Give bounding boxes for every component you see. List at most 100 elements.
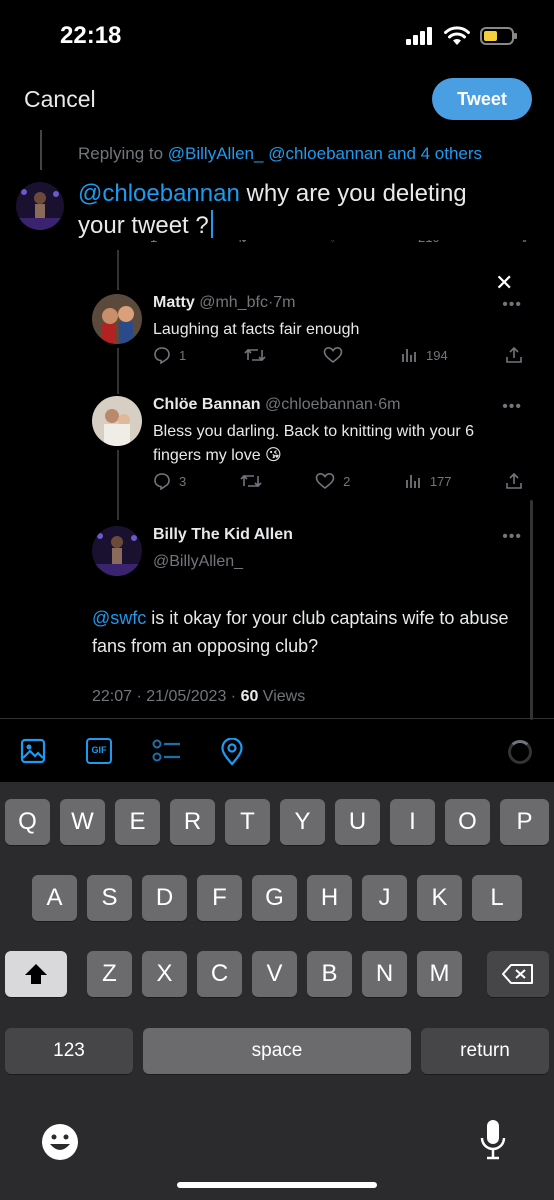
key-x[interactable]: X [142,951,187,997]
key-w[interactable]: W [60,799,105,845]
retweet-icon [243,348,266,362]
status-bar: 22:18 [0,0,554,70]
key-g[interactable]: G [252,875,297,921]
retweet-button[interactable] [243,346,266,364]
key-o[interactable]: O [445,799,490,845]
cancel-button[interactable]: Cancel [24,86,96,113]
avatar[interactable] [92,526,142,576]
scrollbar[interactable] [530,500,533,720]
key-i[interactable]: I [390,799,435,845]
replying-to[interactable]: Replying to @BillyAllen_ @chloebannan an… [78,144,482,164]
key-s[interactable]: S [87,875,132,921]
key-p[interactable]: P [500,799,549,845]
close-icon[interactable]: ✕ [495,270,513,296]
gif-icon[interactable]: GIF [86,738,112,764]
character-count-ring [508,740,532,764]
views-button[interactable]: 177 [404,472,452,490]
numbers-key[interactable]: 123 [5,1028,133,1074]
replying-prefix: Replying to [78,144,168,163]
composer-avatar [16,182,64,230]
key-e[interactable]: E [115,799,160,845]
avatar[interactable] [92,294,142,344]
key-t[interactable]: T [225,799,270,845]
compose-header: Cancel Tweet [0,70,554,130]
avatar[interactable] [92,396,142,446]
backspace-key[interactable] [487,951,549,997]
views-count: 194 [426,347,448,363]
key-h[interactable]: H [307,875,352,921]
tweet-text: Laughing at facts fair enough [153,321,360,338]
key-m[interactable]: M [417,951,462,997]
tweet-item[interactable]: Matty @mh_bfc·7m ••• Laughing at facts f… [92,294,522,374]
reply-icon [154,473,170,490]
author-name[interactable]: Billy The Kid Allen [153,526,293,543]
shift-key[interactable] [5,951,67,997]
views-label: Views [258,688,306,705]
tweet-item[interactable]: Chlöe Bannan @chloebannan·6m ••• Bless y… [92,396,522,496]
key-j[interactable]: J [362,875,407,921]
views-count: 177 [429,473,452,489]
keyboard: Q W E R T Y U I O P A S D F G H J K L Z … [0,782,554,1200]
return-key[interactable]: return [421,1028,549,1074]
reply-button[interactable]: 3 [153,472,186,490]
key-q[interactable]: Q [5,799,50,845]
views-button[interactable]: 194 [400,346,448,364]
share-button[interactable] [505,346,523,364]
author-handle[interactable]: @BillyAllen_ [153,550,523,574]
space-key[interactable]: space [143,1028,411,1074]
share-button[interactable] [505,472,523,490]
tweet-body: is it okay for your club captains wife t… [92,608,509,656]
location-icon[interactable] [220,738,244,766]
key-b[interactable]: B [307,951,352,997]
divider [0,718,554,719]
author-handle[interactable]: @mh_bfc [199,294,268,311]
views-icon [402,349,416,362]
author-handle[interactable]: @chloebannan [265,396,373,413]
key-d[interactable]: D [142,875,187,921]
like-button[interactable] [323,346,343,364]
key-f[interactable]: F [197,875,242,921]
status-time: 22:18 [60,22,122,49]
key-y[interactable]: Y [280,799,325,845]
ghost-like-icon: ♡ [327,240,339,246]
poll-icon[interactable] [152,738,182,764]
replying-users[interactable]: @BillyAllen_ @chloebannan and 4 others [168,144,482,163]
key-z[interactable]: Z [87,951,132,997]
image-icon[interactable] [20,738,46,764]
more-icon[interactable]: ••• [502,398,522,416]
key-v[interactable]: V [252,951,297,997]
status-icons [406,26,518,46]
key-u[interactable]: U [335,799,380,845]
ghost-share-icon: ⇪ [519,240,530,246]
backspace-icon [502,964,533,984]
battery-icon [480,27,517,45]
microphone-icon[interactable] [478,1118,508,1162]
tweet-actions: 1 194 [153,346,523,364]
main-tweet-header[interactable]: Billy The Kid Allen @BillyAllen_ ••• [92,526,522,586]
tweet-compose-input[interactable]: @chloebannan why are you deleting your t… [78,178,518,242]
tweet-time: 7m [273,294,296,311]
author-name[interactable]: Matty [153,294,195,311]
tweet-mention[interactable]: @swfc [92,608,146,628]
composer-mention[interactable]: @chloebannan [78,180,240,207]
like-button[interactable]: 2 [315,472,350,490]
key-r[interactable]: R [170,799,215,845]
thread-line [40,130,42,170]
home-indicator[interactable] [177,1182,377,1188]
more-icon[interactable]: ••• [502,528,522,546]
emoji-icon[interactable] [40,1122,80,1162]
key-c[interactable]: C [197,951,242,997]
author-name[interactable]: Chlöe Bannan [153,396,261,413]
retweet-button[interactable] [240,472,262,490]
shift-icon [25,964,47,984]
key-l[interactable]: L [472,875,522,921]
key-k[interactable]: K [417,875,462,921]
text-cursor [210,210,213,238]
key-n[interactable]: N [362,951,407,997]
tweet-timestamp: 22:07 · 21/05/2023 · [92,688,241,705]
key-a[interactable]: A [32,875,77,921]
tweet-button[interactable]: Tweet [432,78,532,120]
like-icon [315,472,335,490]
reply-button[interactable]: 1 [153,346,186,364]
more-icon[interactable]: ••• [502,296,522,314]
